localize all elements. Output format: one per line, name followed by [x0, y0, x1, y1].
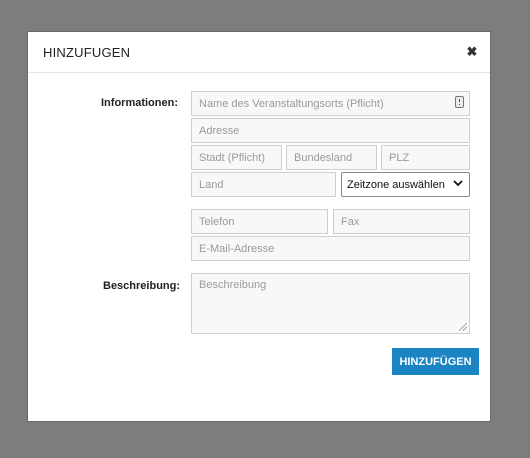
beschreibung-label: Beschreibung: — [103, 280, 181, 292]
state-input[interactable] — [286, 145, 377, 170]
city-input[interactable] — [191, 145, 282, 170]
add-venue-dialog: HINZUFUGEN ✖ Informationen: Zeitzone aus… — [27, 31, 491, 422]
address-input[interactable] — [191, 118, 470, 143]
timezone-selected-value: Zeitzone auswählen — [347, 179, 445, 191]
dialog-title: HINZUFUGEN — [43, 45, 131, 60]
description-textarea[interactable] — [191, 273, 470, 334]
informationen-label: Informationen: — [101, 97, 178, 109]
timezone-select[interactable]: Zeitzone auswählen — [341, 172, 470, 197]
close-icon[interactable]: ✖ — [465, 45, 479, 59]
chevron-down-icon — [453, 178, 463, 191]
venue-name-wrapper — [191, 91, 470, 116]
resize-handle-icon[interactable] — [459, 323, 467, 331]
email-input[interactable] — [191, 236, 470, 261]
phone-input[interactable] — [191, 209, 328, 234]
fax-input[interactable] — [333, 209, 470, 234]
contact-card-icon[interactable] — [455, 96, 464, 108]
dialog-header: HINZUFUGEN ✖ — [28, 32, 490, 73]
venue-name-input[interactable] — [191, 91, 470, 116]
country-input[interactable] — [191, 172, 336, 197]
add-button[interactable]: HINZUFÜGEN — [392, 348, 479, 375]
zip-input[interactable] — [381, 145, 470, 170]
